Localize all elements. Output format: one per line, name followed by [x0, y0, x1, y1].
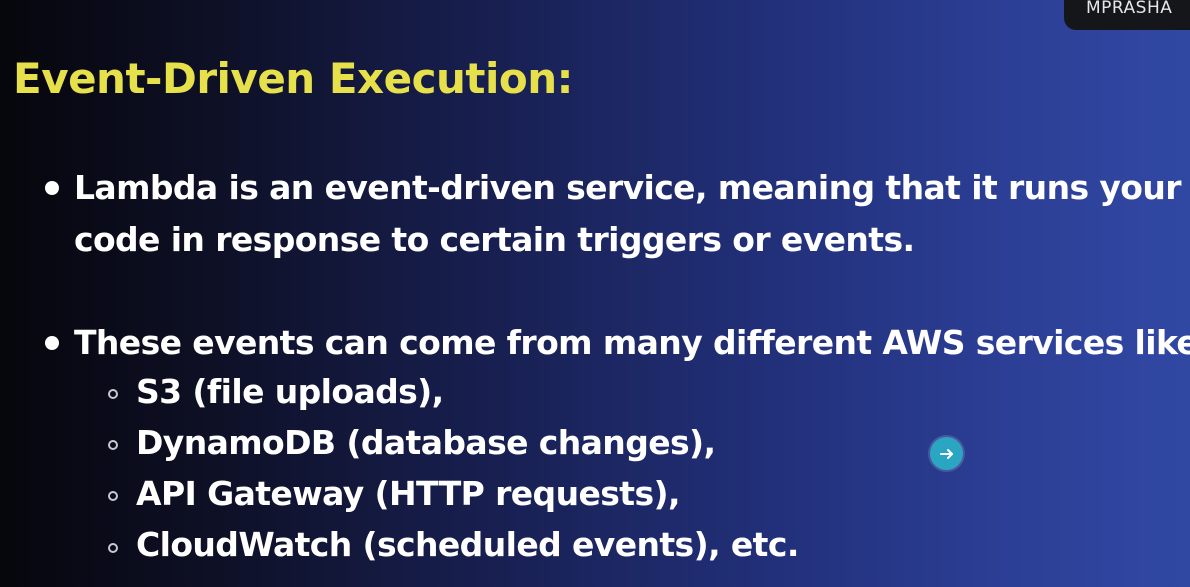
next-arrow-button[interactable] — [930, 437, 963, 470]
presentation-slide: MPRASHA Event-Driven Execution: Lambda i… — [0, 0, 1190, 587]
sub-list-item: API Gateway (HTTP requests), — [136, 474, 681, 513]
slide-title: Event-Driven Execution: — [13, 54, 573, 103]
hollow-bullet-icon — [108, 440, 118, 450]
sub-list-item: DynamoDB (database changes), — [136, 423, 716, 462]
presenter-name: MPRASHA — [1086, 0, 1173, 18]
sub-list-item: S3 (file uploads), — [136, 372, 444, 411]
bullet-dot-icon — [45, 181, 59, 195]
bullet-text-line: These events can come from many differen… — [74, 323, 1190, 362]
hollow-bullet-icon — [108, 543, 118, 553]
hollow-bullet-icon — [108, 389, 118, 399]
bullet-dot-icon — [45, 336, 59, 350]
hollow-bullet-icon — [108, 491, 118, 501]
bullet-text-line: code in response to certain triggers or … — [74, 220, 915, 259]
bullet-text-line: Lambda is an event-driven service, meani… — [74, 168, 1182, 207]
sub-list-item: CloudWatch (scheduled events), etc. — [136, 525, 799, 564]
arrow-right-icon — [939, 448, 953, 459]
presenter-name-tag: MPRASHA — [1064, 0, 1190, 30]
